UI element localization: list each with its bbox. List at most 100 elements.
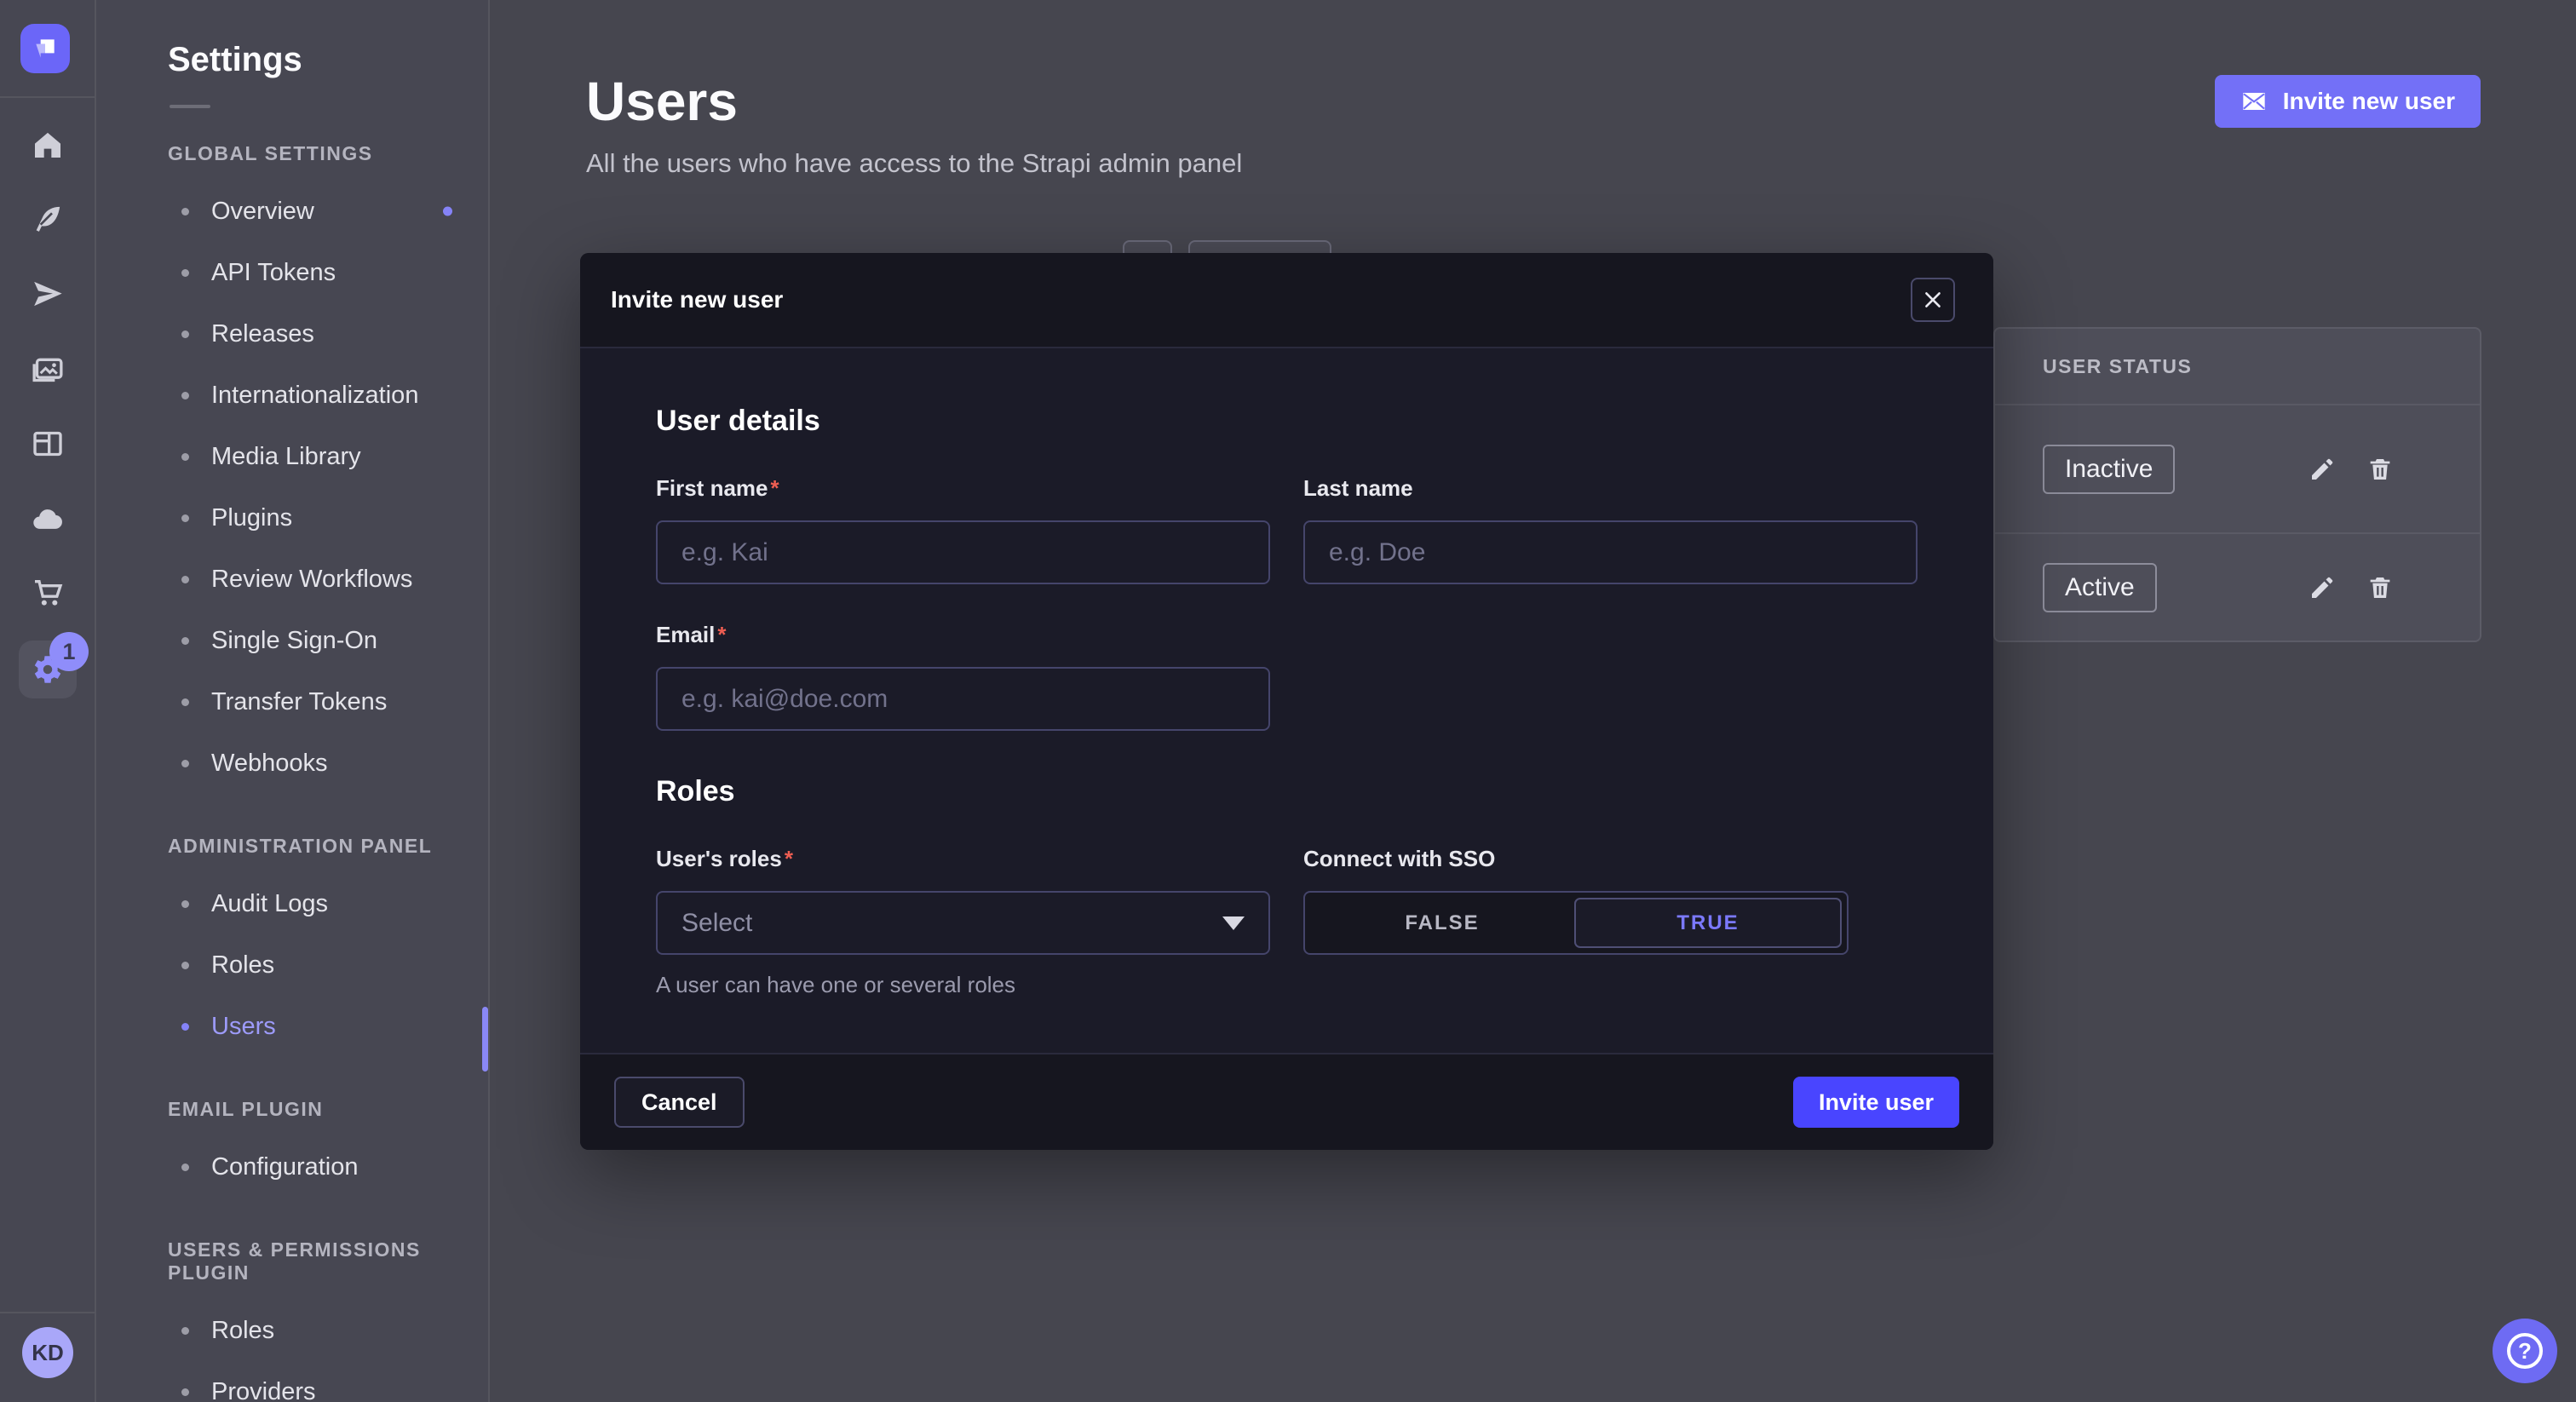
first-name-label: First name*: [656, 475, 779, 501]
section-header-users-permissions-plugin: USERS & PERMISSIONS PLUGIN: [96, 1238, 488, 1284]
sidebar-item-label: Releases: [211, 320, 314, 348]
roles-heading: Roles: [656, 731, 1918, 808]
cloud-icon[interactable]: [29, 501, 66, 538]
paper-plane-icon[interactable]: [29, 275, 66, 313]
name-fields-row: First name* Last name: [656, 475, 1918, 584]
sidebar-item-single-sign-on[interactable]: Single Sign-On: [96, 610, 488, 671]
sidebar-item-users[interactable]: Users: [96, 996, 488, 1057]
cancel-button[interactable]: Cancel: [614, 1077, 745, 1128]
bullet-icon: [181, 208, 189, 215]
sidebar-scrollbar-thumb[interactable]: [482, 1007, 488, 1072]
rail-divider: [0, 96, 95, 98]
sidebar-item-label: Providers: [211, 1378, 316, 1402]
sidebar-item-admin-roles[interactable]: Roles: [96, 934, 488, 996]
close-button[interactable]: [1911, 278, 1955, 322]
modal-footer: Cancel Invite user: [580, 1053, 1993, 1150]
status-badge: Active: [2043, 563, 2157, 612]
media-icon[interactable]: [29, 351, 66, 388]
sso-label: Connect with SSO: [1303, 846, 1495, 871]
sidebar-item-overview[interactable]: Overview: [96, 181, 488, 242]
page-title: Users: [586, 70, 1242, 133]
sidebar-item-audit-logs[interactable]: Audit Logs: [96, 873, 488, 934]
sidebar-item-label: Media Library: [211, 443, 361, 471]
cart-icon[interactable]: [29, 574, 66, 612]
icon-rail: 1 KD: [0, 0, 96, 1402]
layout-icon[interactable]: [29, 425, 66, 463]
page-subtitle: All the users who have access to the Str…: [586, 148, 1242, 179]
sso-toggle-false[interactable]: FALSE: [1310, 898, 1574, 948]
invite-new-user-label: Invite new user: [2283, 88, 2455, 115]
sidebar-item-transfer-tokens[interactable]: Transfer Tokens: [96, 671, 488, 733]
trash-icon[interactable]: [2366, 455, 2395, 484]
users-permissions-list: Roles Providers: [96, 1300, 488, 1402]
feather-icon[interactable]: [29, 200, 66, 238]
pencil-icon[interactable]: [2308, 455, 2337, 484]
first-name-label-text: First name: [656, 475, 768, 501]
required-asterisk: *: [771, 475, 779, 501]
sidebar-item-internationalization[interactable]: Internationalization: [96, 365, 488, 426]
avatar[interactable]: KD: [22, 1327, 73, 1378]
users-roles-select[interactable]: Select: [656, 891, 1270, 955]
sidebar-item-media-library[interactable]: Media Library: [96, 426, 488, 487]
sidebar-item-label: Internationalization: [211, 382, 418, 410]
invite-user-submit-button[interactable]: Invite user: [1793, 1077, 1959, 1128]
sidebar-item-plugins[interactable]: Plugins: [96, 487, 488, 549]
sidebar-item-releases[interactable]: Releases: [96, 303, 488, 365]
bullet-icon: [181, 1388, 189, 1396]
global-settings-list: Overview API Tokens Releases Internation…: [96, 181, 488, 794]
last-name-label: Last name: [1303, 475, 1413, 501]
section-header-administration-panel: ADMINISTRATION PANEL: [96, 835, 488, 858]
email-label: Email*: [656, 622, 727, 647]
question-mark-icon: ?: [2507, 1333, 2543, 1369]
sso-toggle: FALSE TRUE: [1303, 891, 1849, 955]
administration-panel-list: Audit Logs Roles Users: [96, 873, 488, 1057]
sidebar-item-label: Audit Logs: [211, 890, 328, 918]
email-field-row: Email*: [656, 622, 1918, 731]
bullet-icon: [181, 1164, 189, 1171]
page-header: Users All the users who have access to t…: [586, 70, 1242, 179]
pencil-icon[interactable]: [2308, 573, 2337, 602]
sidebar-item-label: Users: [211, 1013, 276, 1041]
sidebar-item-configuration[interactable]: Configuration: [96, 1136, 488, 1198]
bullet-icon: [181, 760, 189, 767]
last-name-field-group: Last name: [1303, 475, 1918, 584]
invite-new-user-button[interactable]: Invite new user: [2215, 75, 2481, 128]
email-label-text: Email: [656, 622, 715, 647]
sidebar-item-review-workflows[interactable]: Review Workflows: [96, 549, 488, 610]
sidebar-title: Settings: [96, 41, 488, 79]
sidebar-item-label: Review Workflows: [211, 566, 412, 594]
last-name-input[interactable]: [1303, 520, 1918, 584]
sso-field-group: Connect with SSO FALSE TRUE: [1303, 846, 1918, 998]
first-name-input[interactable]: [656, 520, 1270, 584]
home-icon[interactable]: [29, 126, 66, 164]
row-actions: [2308, 455, 2395, 484]
sidebar-item-api-tokens[interactable]: API Tokens: [96, 242, 488, 303]
notification-dot-icon: [443, 207, 452, 216]
invite-new-user-modal: Invite new user User details First name*…: [580, 253, 1993, 1150]
sso-toggle-true[interactable]: TRUE: [1574, 898, 1842, 948]
email-field-group: Email*: [656, 622, 1270, 731]
email-input[interactable]: [656, 667, 1270, 731]
sidebar-item-up-roles[interactable]: Roles: [96, 1300, 488, 1361]
bullet-icon: [181, 1327, 189, 1335]
section-header-email-plugin: EMAIL PLUGIN: [96, 1098, 488, 1121]
bullet-icon: [181, 392, 189, 399]
users-roles-label: User's roles*: [656, 846, 793, 871]
row-actions: [2308, 573, 2395, 602]
users-roles-field-group: User's roles* Select A user can have one…: [656, 846, 1270, 998]
sidebar-item-label: Roles: [211, 951, 274, 980]
trash-icon[interactable]: [2366, 573, 2395, 602]
sidebar-title-rule: [170, 105, 210, 108]
bullet-icon: [181, 576, 189, 583]
sidebar-item-webhooks[interactable]: Webhooks: [96, 733, 488, 794]
strapi-logo[interactable]: [20, 24, 70, 73]
sidebar-item-label: Transfer Tokens: [211, 688, 387, 716]
bullet-icon: [181, 1023, 189, 1031]
user-status-column-header: USER STATUS: [1995, 329, 2480, 405]
help-button[interactable]: ?: [2493, 1319, 2557, 1383]
section-header-global-settings: GLOBAL SETTINGS: [96, 142, 488, 165]
envelope-icon: [2240, 88, 2268, 115]
sidebar-item-providers[interactable]: Providers: [96, 1361, 488, 1402]
modal-body: User details First name* Last name Email…: [580, 348, 1993, 998]
bullet-icon: [181, 514, 189, 522]
